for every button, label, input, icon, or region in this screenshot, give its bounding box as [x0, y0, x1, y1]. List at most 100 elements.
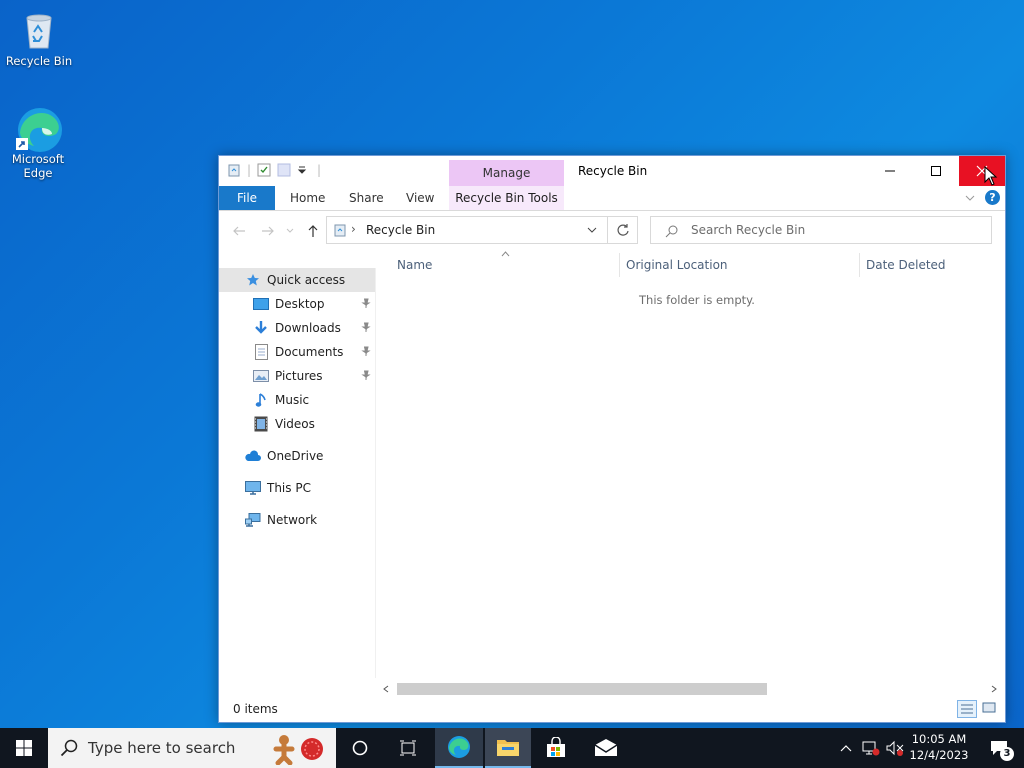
scrollbar-thumb[interactable]	[397, 683, 767, 695]
refresh-button[interactable]	[608, 216, 638, 244]
up-arrow-icon	[308, 225, 318, 237]
taskbar-search-box[interactable]: Type here to search	[48, 728, 336, 768]
clock-date: 12/4/2023	[909, 748, 969, 762]
search-box[interactable]: Search Recycle Bin	[650, 216, 992, 244]
task-view-icon	[400, 740, 416, 756]
network-disconnected-icon	[862, 741, 880, 756]
sort-ascending-icon	[501, 251, 510, 257]
folder-icon	[497, 740, 519, 756]
desktop-icon-recycle-bin[interactable]: Recycle Bin	[3, 8, 75, 68]
new-folder-icon[interactable]	[277, 163, 291, 177]
help-icon[interactable]: ?	[985, 190, 1000, 205]
nav-item-music[interactable]: Music	[219, 388, 375, 412]
nav-item-pictures[interactable]: Pictures	[219, 364, 375, 388]
nav-label: Downloads	[275, 321, 341, 335]
file-explorer-window: | | Manage Recycle Bin File Home Share V…	[218, 155, 1006, 723]
column-divider[interactable]	[859, 253, 860, 277]
nav-item-network[interactable]: Network	[219, 508, 375, 532]
network-icon	[245, 512, 261, 528]
chevron-up-icon	[840, 745, 852, 752]
forward-button[interactable]	[260, 223, 276, 239]
nav-item-videos[interactable]: Videos	[219, 412, 375, 436]
close-button[interactable]	[959, 156, 1005, 186]
nav-item-documents[interactable]: Documents	[219, 340, 375, 364]
start-button[interactable]	[0, 728, 48, 768]
desktop-icon-microsoft-edge[interactable]: Microsoft Edge	[2, 106, 74, 180]
tab-share[interactable]: Share	[349, 186, 384, 210]
recent-locations-button[interactable]	[284, 223, 296, 239]
ribbon-tabs: File Home Share View Recycle Bin Tools ?	[219, 186, 1005, 211]
column-header-date-deleted[interactable]: Date Deleted	[866, 253, 946, 277]
taskbar-search-input[interactable]: Type here to search	[88, 739, 235, 757]
nav-item-quick-access[interactable]: Quick access	[219, 268, 375, 292]
search-icon	[665, 225, 678, 238]
nav-item-downloads[interactable]: Downloads	[219, 316, 375, 340]
windows-logo-icon	[16, 740, 32, 756]
scroll-right-arrow-icon[interactable]	[991, 685, 997, 693]
clock[interactable]: 10:05 AM 12/4/2023	[908, 731, 970, 763]
expand-ribbon-chevron-icon[interactable]	[965, 194, 975, 202]
cortana-circle-icon	[352, 740, 368, 756]
tab-home[interactable]: Home	[290, 186, 325, 210]
nav-label: OneDrive	[267, 449, 324, 463]
music-note-icon	[253, 392, 269, 408]
pin-icon	[361, 346, 371, 356]
taskbar-edge-button[interactable]	[435, 728, 483, 768]
details-view-icon	[961, 704, 973, 714]
action-center-button[interactable]: 3	[978, 728, 1020, 768]
nav-item-desktop[interactable]: Desktop	[219, 292, 375, 316]
volume-tray-button[interactable]	[884, 728, 906, 768]
edge-icon	[448, 736, 470, 758]
large-icons-view-button[interactable]	[980, 700, 998, 716]
properties-icon[interactable]	[257, 163, 271, 177]
star-icon	[245, 272, 261, 288]
network-tray-button[interactable]	[860, 728, 882, 768]
large-icons-view-icon	[982, 702, 996, 713]
horizontal-scrollbar[interactable]	[379, 681, 1001, 697]
cloud-icon	[245, 448, 261, 464]
taskbar-file-explorer-button[interactable]	[485, 728, 531, 768]
tab-recycle-bin-tools[interactable]: Recycle Bin Tools	[449, 186, 564, 210]
taskbar-mail-button[interactable]	[584, 728, 628, 768]
task-view-button[interactable]	[386, 728, 430, 768]
search-icon	[60, 739, 78, 757]
column-header-original-location[interactable]: Original Location	[626, 253, 728, 277]
minimize-button[interactable]	[867, 156, 913, 186]
up-button[interactable]	[305, 223, 321, 239]
nav-label: Pictures	[275, 369, 323, 383]
nav-label: Documents	[275, 345, 344, 359]
tab-manage[interactable]: Manage	[449, 160, 564, 186]
title-bar[interactable]: | | Manage Recycle Bin	[219, 156, 1005, 186]
mail-envelope-icon	[594, 739, 618, 756]
nav-item-this-pc[interactable]: This PC	[219, 476, 375, 500]
tab-view[interactable]: View	[406, 186, 434, 210]
taskbar: Type here to search 10:05 AM 12/4/2023 3	[0, 728, 1024, 768]
window-title: Recycle Bin	[578, 164, 648, 178]
computer-icon	[245, 480, 261, 496]
column-divider[interactable]	[619, 253, 620, 277]
recycle-bin-small-icon	[227, 163, 241, 177]
recycle-bin-icon	[17, 8, 61, 52]
mouse-cursor-icon	[984, 166, 998, 186]
address-bar[interactable]: › Recycle Bin	[326, 216, 608, 244]
tab-file[interactable]: File	[219, 186, 275, 210]
cortana-button[interactable]	[338, 728, 382, 768]
scroll-left-arrow-icon[interactable]	[383, 685, 389, 693]
nav-item-onedrive[interactable]: OneDrive	[219, 444, 375, 468]
pane-divider[interactable]	[375, 268, 376, 678]
desktop-icon-label: Microsoft Edge	[11, 152, 65, 180]
back-button[interactable]	[231, 223, 247, 239]
film-icon	[253, 416, 269, 432]
show-hidden-icons-button[interactable]	[836, 728, 856, 768]
taskbar-store-button[interactable]	[534, 728, 578, 768]
details-view-button[interactable]	[957, 700, 977, 718]
document-icon	[253, 344, 269, 360]
download-arrow-icon	[253, 320, 269, 336]
address-history-chevron-icon[interactable]	[587, 227, 597, 234]
search-input[interactable]: Search Recycle Bin	[691, 223, 805, 237]
maximize-button[interactable]	[913, 156, 959, 186]
breadcrumb[interactable]: Recycle Bin	[366, 223, 435, 237]
column-header-name[interactable]: Name	[397, 253, 432, 277]
customize-toolbar-chevron-icon[interactable]	[297, 163, 311, 177]
address-bar-row: › Recycle Bin Search Recycle Bin	[219, 211, 1005, 249]
